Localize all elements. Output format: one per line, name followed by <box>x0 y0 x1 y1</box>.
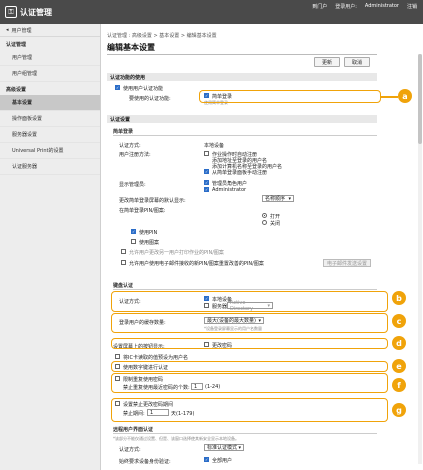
callout-c-frame <box>111 313 388 333</box>
remote-note: *该部分不能仅通过设置、但是、该窗口选择使其新安全显示本地设备。 <box>113 436 239 441</box>
top-bar: ⚿ 认证管理 到门户 登录用户: Administrator 注销 <box>0 0 423 24</box>
use-pattern-checkbox[interactable] <box>131 239 136 244</box>
callout-a-frame <box>199 90 381 103</box>
portal-link[interactable]: 到门户 <box>312 3 327 10</box>
key-icon: ⚿ <box>5 6 17 18</box>
sort-select[interactable]: 名称顺序 ▾ <box>262 195 294 202</box>
administrator-label: Administrator <box>212 187 247 193</box>
sidebar-section-auth: 认证管理 <box>6 42 27 48</box>
use-pattern-label: 使用图案 <box>139 240 160 246</box>
scrollbar-thumb[interactable] <box>418 54 422 144</box>
callout-d-frame <box>111 338 388 349</box>
pin-off-radio[interactable] <box>262 220 267 225</box>
auth-function-label: 要使用的认证功能: <box>129 96 171 102</box>
remote-all-users-label: 全部用户 <box>212 458 233 464</box>
page-title: 编辑基本设置 <box>107 43 155 52</box>
sidebar-back-label: 用户管理 <box>11 27 32 34</box>
sidebar-item-basic[interactable]: 基本设置 <box>0 95 100 111</box>
callout-e-frame <box>111 361 388 372</box>
remote-method-value: 标准认证模式 <box>207 445 238 451</box>
sidebar: ◂ 用户管理 认证管理 用户管理 用户组管理 高级设置 基本设置 操作面板设置 … <box>0 24 101 470</box>
brand: ⚿ 认证管理 <box>5 6 52 18</box>
pin-on-radio[interactable] <box>262 213 267 218</box>
sidebar-item-auth-server[interactable]: 认证服务器 <box>0 159 100 175</box>
callout-b-badge: b <box>392 291 406 305</box>
callout-f-frame <box>111 373 388 393</box>
auth-method-label: 认证方式: <box>119 143 141 149</box>
subhead-simple-login: 简单登录 <box>113 129 134 135</box>
admin-role-checkbox[interactable]: ✓ <box>204 180 209 185</box>
remote-method-select[interactable]: 标准认证模式 ▾ <box>204 444 244 451</box>
auto-register-checkbox[interactable] <box>204 151 209 156</box>
display-admin-label: 显示管理员: <box>119 182 146 188</box>
update-button[interactable]: 更新 <box>314 57 340 67</box>
sidebar-back[interactable]: ◂ 用户管理 <box>0 24 100 37</box>
sidebar-item-server[interactable]: 服务器设置 <box>0 127 100 143</box>
sidebar-item-panel[interactable]: 操作面板设置 <box>0 111 100 127</box>
subhead-remote: 远程用户界面认证 <box>113 427 154 433</box>
subhead-keyboard: 键盘认证 <box>113 283 134 289</box>
ic-card-checkbox[interactable] <box>115 354 120 359</box>
email-settings-button[interactable]: 电子邮件发送设置 <box>323 259 371 267</box>
sort-label: 更改简单登录屏幕的默认显示: <box>119 198 186 204</box>
section-auth-function: 认证功能的使用 <box>107 73 377 81</box>
cancel-button[interactable]: 取消 <box>344 57 370 67</box>
chevron-left-icon: ◂ <box>6 27 9 33</box>
use-user-auth-checkbox[interactable]: ✓ <box>115 85 120 90</box>
callout-b-frame <box>111 291 388 312</box>
user-reg-opt-4: 从简单登录面板手动注册 <box>212 170 268 176</box>
sidebar-item-groups[interactable]: 用户组管理 <box>0 66 100 82</box>
scrollbar[interactable] <box>418 54 422 464</box>
callout-e-badge: e <box>392 359 406 373</box>
allow-reset-checkbox[interactable] <box>121 260 126 265</box>
callout-a-badge: a <box>398 89 412 103</box>
administrator-checkbox[interactable]: ✓ <box>204 187 209 192</box>
login-user-name: Administrator <box>364 3 399 9</box>
use-pin-checkbox[interactable]: ✓ <box>131 229 136 234</box>
pin-off-label: 关闭 <box>270 221 281 227</box>
callout-d-badge: d <box>392 336 406 350</box>
callout-c-badge: c <box>392 314 406 328</box>
remote-method-label: 认证方式: <box>119 447 141 453</box>
logout-link[interactable]: 注销 <box>407 3 417 10</box>
callout-g-frame <box>111 398 388 422</box>
remote-all-users-checkbox[interactable]: ✓ <box>204 457 209 462</box>
app-title: 认证管理 <box>20 7 52 17</box>
auth-method-value: 本地设备 <box>204 143 225 149</box>
ic-card-label: 将IC卡读取的值预设为用户名 <box>123 355 188 361</box>
sidebar-item-users[interactable]: 用户管理 <box>0 50 100 66</box>
allow-change-label: 允许用户更改另一用户打印作业的PIN/图案 <box>129 250 224 256</box>
admin-role-label: 管理员角色用户 <box>212 181 248 187</box>
use-pin-label: 使用PIN <box>139 230 158 236</box>
allow-change-checkbox[interactable] <box>121 249 126 254</box>
sidebar-item-universal-print[interactable]: Universal Print的设置 <box>0 143 100 159</box>
manual-register-checkbox[interactable]: ✓ <box>204 169 209 174</box>
subhead-divider-remote <box>113 433 377 434</box>
section-auth-settings: 认证设置 <box>107 115 377 123</box>
subhead-divider-keyboard <box>113 289 377 290</box>
subhead-divider <box>113 135 377 136</box>
use-user-auth-label: 使用用户认证功能 <box>123 86 164 92</box>
callout-a-line <box>381 96 398 98</box>
chevron-down-icon: ▾ <box>238 444 241 451</box>
top-links: 到门户 登录用户: Administrator 注销 <box>312 3 417 10</box>
sort-select-value: 名称顺序 <box>265 196 286 202</box>
pin-on-label: 打开 <box>270 214 281 220</box>
user-reg-label: 用户注册方法: <box>119 152 151 158</box>
breadcrumb: 认证管理 : 高级设置 > 基本设置 > 编辑基本设置 <box>107 33 217 39</box>
sidebar-section-advanced: 高级设置 <box>6 87 27 93</box>
chevron-down-icon: ▾ <box>288 195 291 202</box>
login-user-label: 登录用户: <box>335 4 357 10</box>
allow-reset-label: 允许用户使用电子邮件接收的新PIN/图案重置改善的PIN/图案 <box>129 261 264 267</box>
pin-label: 在简单登录PIN/图案: <box>119 208 166 214</box>
callout-g-badge: g <box>392 403 406 417</box>
callout-f-badge: f <box>392 378 406 392</box>
remote-rule-label: 始终要求设备身份验证: <box>119 459 171 465</box>
title-divider <box>107 54 377 55</box>
